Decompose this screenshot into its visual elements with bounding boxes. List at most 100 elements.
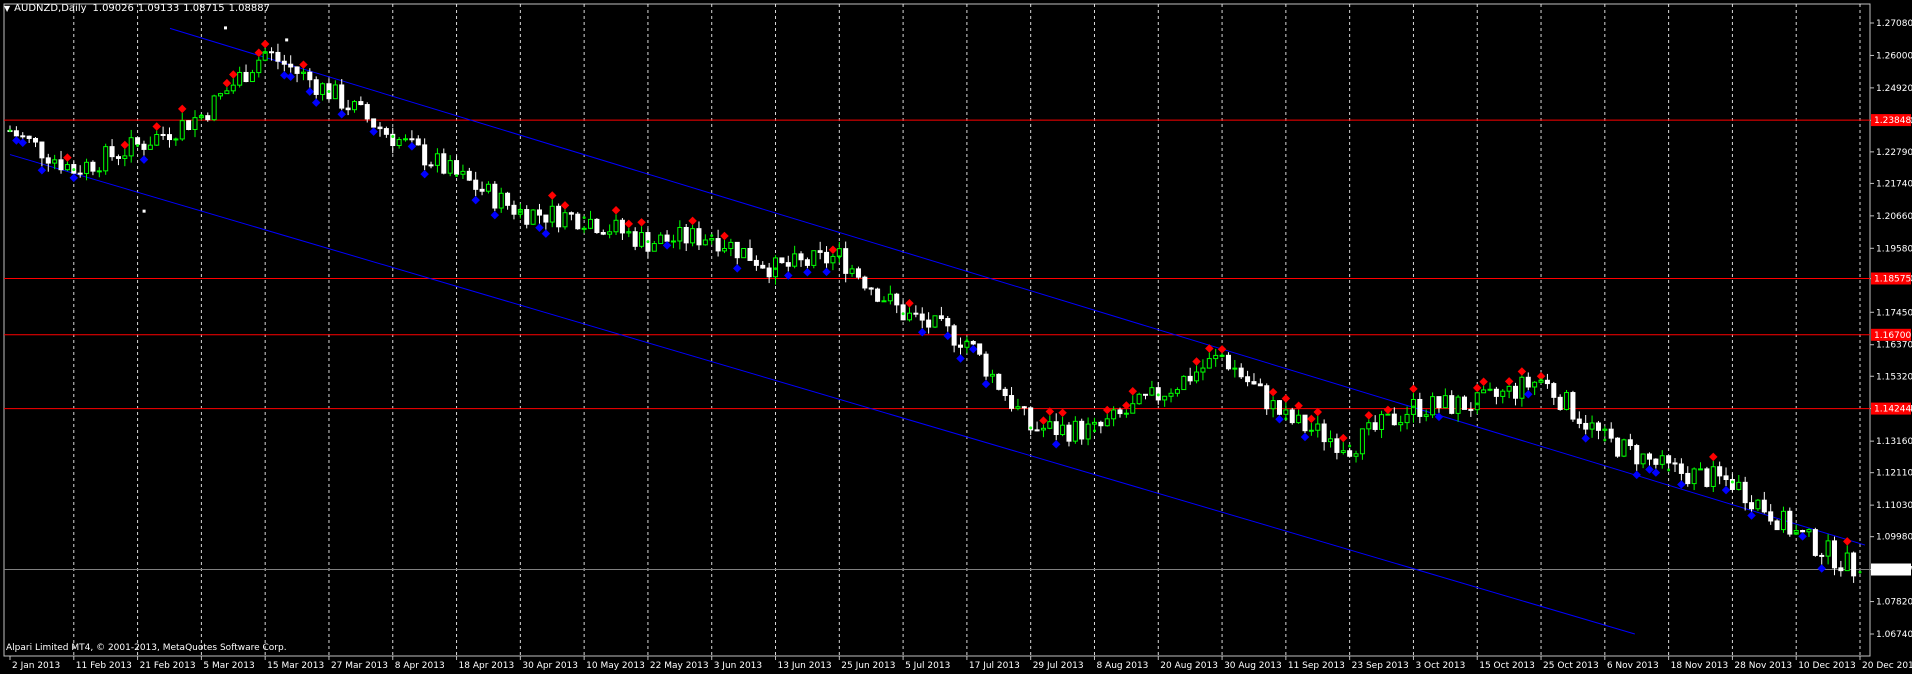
candle-body (1691, 468, 1697, 485)
x-tick-label: 30 Apr 2013 (522, 661, 578, 671)
candle-body (1831, 540, 1837, 569)
price-level-label: 1.14244 (1874, 405, 1911, 415)
candle-body (173, 138, 179, 141)
down-arrow-marker (732, 264, 742, 273)
candle-body (1270, 400, 1276, 410)
candle-body (1347, 450, 1353, 457)
candle-body (926, 319, 932, 328)
candle-body (760, 264, 766, 269)
down-arrow-marker (280, 71, 289, 80)
candle-body (747, 247, 753, 261)
candle-body (766, 267, 772, 278)
candle-body (811, 250, 817, 266)
up-arrow-marker (1102, 405, 1112, 415)
candle-body (906, 312, 912, 321)
candle-body (428, 164, 434, 167)
plot-frame (3, 3, 1871, 657)
up-arrow-marker (120, 140, 130, 150)
candle-body (881, 300, 887, 303)
series-point (1156, 393, 1160, 397)
candle-body (613, 219, 619, 233)
candle-body (1238, 367, 1244, 378)
candle-body (945, 318, 951, 327)
candle-body (887, 293, 893, 302)
chart-menu-icon[interactable]: ▼ (4, 2, 10, 16)
channel-anchor[interactable] (142, 209, 146, 213)
candle-body (1104, 418, 1110, 427)
candle-body (1615, 437, 1621, 457)
up-arrow-marker (560, 201, 570, 210)
down-arrow-marker (1798, 532, 1807, 541)
candle-body (1398, 422, 1404, 426)
candle-body (1168, 392, 1174, 397)
price-level-label: 1.18575 (1874, 274, 1911, 284)
x-tick-label: 6 Nov 2013 (1607, 661, 1659, 671)
up-arrow-marker (1517, 367, 1527, 376)
down-arrow-marker (1581, 434, 1590, 443)
series-point (518, 210, 522, 214)
series-point (710, 234, 714, 238)
y-tick-label: 1.11030 (1876, 501, 1912, 511)
y-tick-label: 1.17450 (1876, 308, 1912, 318)
series-point (1475, 402, 1479, 406)
candle-body (211, 95, 217, 121)
series-point (582, 216, 586, 220)
candle-body (39, 141, 45, 159)
up-arrow-marker (1039, 416, 1048, 425)
candle-body (1066, 424, 1072, 442)
x-tick-label: 11 Sep 2013 (1288, 661, 1345, 671)
channel-lower-line[interactable] (9, 154, 1635, 635)
candle-body (1015, 406, 1021, 409)
candle-body (690, 228, 696, 244)
down-arrow-marker (69, 173, 79, 183)
candle-body (632, 231, 638, 247)
candle-body (135, 137, 141, 145)
candle-body (434, 153, 440, 166)
candle-body (1430, 396, 1436, 416)
candle-body (1583, 422, 1589, 430)
series-point (1029, 426, 1033, 430)
candle-body (734, 241, 740, 259)
candle-body (454, 160, 460, 175)
up-arrow-marker (1409, 384, 1418, 394)
candle-body (1717, 466, 1723, 477)
candle-body (64, 164, 70, 171)
candle-body (422, 144, 428, 166)
candle-body (1187, 375, 1193, 382)
candle-body (1334, 438, 1340, 453)
candle-body (1761, 499, 1767, 513)
candle-body (1500, 390, 1506, 397)
channel-upper-line[interactable] (169, 27, 1866, 546)
x-tick-label: 18 Nov 2013 (1671, 661, 1729, 671)
up-arrow-marker (547, 191, 557, 200)
series-point (391, 135, 395, 139)
candle-body (345, 107, 351, 111)
down-arrow-marker (541, 229, 551, 238)
candle-body (798, 253, 804, 261)
candle-body (1021, 406, 1027, 409)
price-chart[interactable]: 2 Jan 2013 11 Feb 2013 21 Feb 2013 5 Mar 20… (0, 0, 1912, 674)
candle-body (313, 79, 319, 95)
candle-body (1308, 429, 1314, 432)
chart-window[interactable]: 2 Jan 2013 11 Feb 2013 21 Feb 2013 5 Mar 20… (0, 0, 1912, 674)
candle-body (160, 133, 166, 136)
candle-body (530, 209, 536, 225)
candle-body (568, 212, 574, 215)
candle-body (307, 71, 313, 81)
down-arrow-marker (1275, 414, 1284, 424)
channel-anchor[interactable] (285, 38, 289, 42)
candle-body (383, 128, 389, 135)
candle-body (779, 257, 785, 264)
candle-body (875, 288, 881, 302)
up-arrow-marker (1281, 394, 1291, 403)
series-point (1348, 444, 1352, 448)
candle-body (1481, 389, 1487, 394)
candle-body (1551, 383, 1557, 398)
candle-body (951, 325, 957, 346)
candle-body (460, 170, 466, 175)
candle-body (1685, 472, 1691, 485)
up-arrow-marker (1339, 433, 1348, 443)
channel-anchor[interactable] (224, 26, 227, 30)
candle-body (1659, 455, 1665, 465)
candle-body (1608, 428, 1614, 439)
